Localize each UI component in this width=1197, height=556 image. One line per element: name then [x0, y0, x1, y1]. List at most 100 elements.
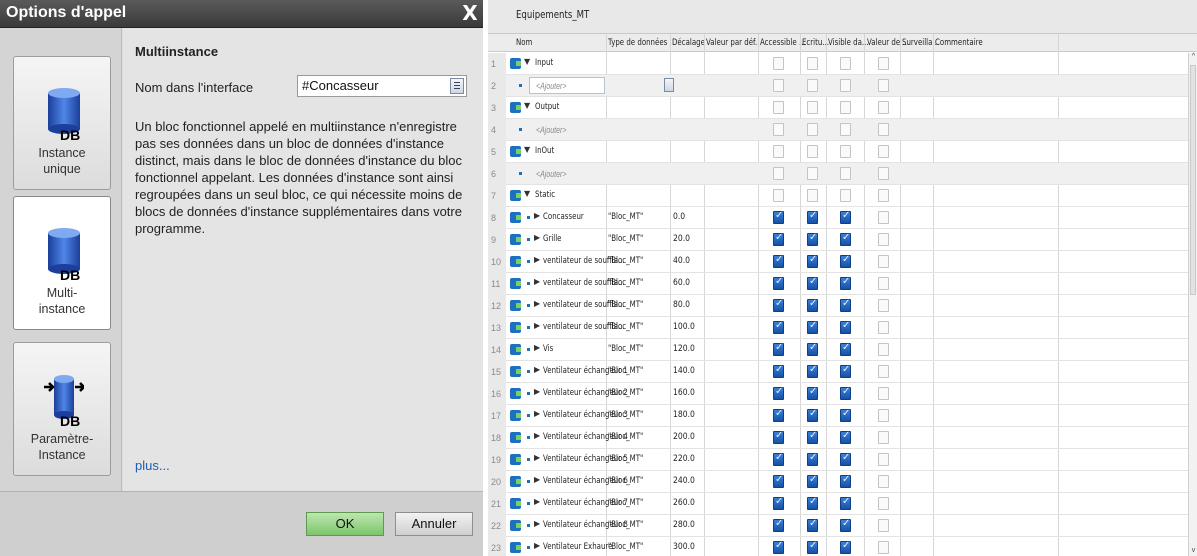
single-instance-button[interactable]: DB Instance unique: [13, 56, 111, 190]
visible-checkbox[interactable]: [840, 101, 851, 114]
writable-checkbox[interactable]: [807, 364, 818, 378]
setpoint-checkbox[interactable]: [878, 167, 889, 180]
variable-name[interactable]: Ventilateur Exhaure: [543, 542, 612, 552]
setpoint-checkbox[interactable]: [878, 189, 889, 202]
col-header-writable[interactable]: Ecritu...: [802, 38, 829, 48]
scrollbar-thumb[interactable]: [1190, 65, 1196, 295]
writable-checkbox[interactable]: [807, 167, 818, 180]
multi-instance-button[interactable]: DB Multi- instance: [13, 196, 111, 330]
writable-checkbox[interactable]: [807, 145, 818, 158]
setpoint-checkbox[interactable]: [878, 321, 889, 334]
setpoint-checkbox[interactable]: [878, 541, 889, 554]
setpoint-checkbox[interactable]: [878, 365, 889, 378]
visible-checkbox[interactable]: [840, 167, 851, 180]
setpoint-checkbox[interactable]: [878, 453, 889, 466]
scroll-down-icon[interactable]: v: [1189, 547, 1197, 554]
accessible-checkbox[interactable]: [773, 430, 784, 444]
accessible-checkbox[interactable]: [773, 364, 784, 378]
setpoint-checkbox[interactable]: [878, 299, 889, 312]
data-type-cell[interactable]: "Bloc_MT": [608, 476, 643, 486]
visible-checkbox[interactable]: [840, 145, 851, 158]
visible-checkbox[interactable]: [840, 452, 851, 466]
table-row[interactable]: 21 ▶ Ventilateur échangeur 7 "Bloc_MT" 260.0: [488, 493, 1188, 515]
data-type-cell[interactable]: "Bloc_MT": [608, 256, 643, 266]
visible-checkbox[interactable]: [840, 123, 851, 136]
close-icon[interactable]: X: [459, 2, 481, 24]
collapse-icon[interactable]: ▼: [524, 101, 530, 110]
accessible-checkbox[interactable]: [773, 518, 784, 532]
visible-checkbox[interactable]: [840, 540, 851, 554]
data-type-cell[interactable]: "Bloc_MT": [608, 278, 643, 288]
data-type-cell[interactable]: "Bloc_MT": [608, 520, 643, 530]
col-header-offset[interactable]: Décalage: [672, 38, 705, 48]
data-type-cell[interactable]: "Bloc_MT": [608, 234, 643, 244]
table-row[interactable]: 2 <Ajouter>: [488, 75, 1188, 97]
table-row[interactable]: 11 ▶ ventilateur de souffla... "Bloc_MT" 60.…: [488, 273, 1188, 295]
visible-checkbox[interactable]: [840, 254, 851, 268]
list-picker-icon[interactable]: [450, 78, 464, 94]
expand-icon[interactable]: ▶: [534, 453, 540, 462]
expand-icon[interactable]: ▶: [534, 211, 540, 220]
expand-icon[interactable]: ▶: [534, 255, 540, 264]
table-row[interactable]: 10 ▶ ventilateur de souffla... "Bloc_MT" 40.…: [488, 251, 1188, 273]
add-placeholder[interactable]: <Ajouter>: [536, 169, 566, 179]
table-row[interactable]: 3 ▼ Output: [488, 97, 1188, 119]
setpoint-checkbox[interactable]: [878, 277, 889, 290]
variable-name[interactable]: Grille: [543, 234, 562, 244]
data-type-cell[interactable]: "Bloc_MT": [608, 300, 643, 310]
visible-checkbox[interactable]: [840, 386, 851, 400]
visible-checkbox[interactable]: [840, 320, 851, 334]
writable-checkbox[interactable]: [807, 408, 818, 422]
setpoint-checkbox[interactable]: [878, 519, 889, 532]
visible-checkbox[interactable]: [840, 518, 851, 532]
table-row[interactable]: 1 ▼ Input: [488, 53, 1188, 75]
visible-checkbox[interactable]: [840, 189, 851, 202]
expand-icon[interactable]: ▶: [534, 475, 540, 484]
table-row[interactable]: 4 <Ajouter>: [488, 119, 1188, 141]
accessible-checkbox[interactable]: [773, 189, 784, 202]
setpoint-checkbox[interactable]: [878, 497, 889, 510]
interface-name-input[interactable]: #Concasseur: [297, 75, 467, 97]
parameter-instance-button[interactable]: DB Paramètre- Instance: [13, 342, 111, 476]
expand-icon[interactable]: ▶: [534, 365, 540, 374]
accessible-checkbox[interactable]: [773, 298, 784, 312]
accessible-checkbox[interactable]: [773, 474, 784, 488]
setpoint-checkbox[interactable]: [878, 79, 889, 92]
ok-button[interactable]: OK: [306, 512, 384, 536]
setpoint-checkbox[interactable]: [878, 101, 889, 114]
collapse-icon[interactable]: ▼: [524, 57, 530, 66]
accessible-checkbox[interactable]: [773, 167, 784, 180]
setpoint-checkbox[interactable]: [878, 145, 889, 158]
expand-icon[interactable]: ▶: [534, 541, 540, 550]
expand-icon[interactable]: ▶: [534, 321, 540, 330]
writable-checkbox[interactable]: [807, 254, 818, 268]
data-type-cell[interactable]: "Bloc_MT": [608, 212, 643, 222]
writable-checkbox[interactable]: [807, 430, 818, 444]
col-header-visible[interactable]: Visible da...: [828, 38, 869, 48]
table-row[interactable]: 16 ▶ Ventilateur échangeur 2 "Bloc_MT" 160.0: [488, 383, 1188, 405]
accessible-checkbox[interactable]: [773, 232, 784, 246]
visible-checkbox[interactable]: [840, 232, 851, 246]
visible-checkbox[interactable]: [840, 79, 851, 92]
table-row[interactable]: 22 ▶ Ventilateur échangeur 8 "Bloc_MT" 280.0: [488, 515, 1188, 537]
table-row[interactable]: 5 ▼ InOut: [488, 141, 1188, 163]
visible-checkbox[interactable]: [840, 298, 851, 312]
data-type-cell[interactable]: "Bloc_MT": [608, 344, 643, 354]
writable-checkbox[interactable]: [807, 320, 818, 334]
col-header-name[interactable]: Nom: [516, 38, 532, 48]
table-row[interactable]: 13 ▶ ventilateur de souffla... "Bloc_MT" 100…: [488, 317, 1188, 339]
setpoint-checkbox[interactable]: [878, 255, 889, 268]
setpoint-checkbox[interactable]: [878, 475, 889, 488]
expand-icon[interactable]: ▶: [534, 497, 540, 506]
col-header-comment[interactable]: Commentaire: [935, 38, 983, 48]
visible-checkbox[interactable]: [840, 364, 851, 378]
visible-checkbox[interactable]: [840, 496, 851, 510]
expand-icon[interactable]: ▶: [534, 233, 540, 242]
visible-checkbox[interactable]: [840, 276, 851, 290]
setpoint-checkbox[interactable]: [878, 123, 889, 136]
data-type-cell[interactable]: "Bloc_MT": [608, 388, 643, 398]
table-row[interactable]: 6 <Ajouter>: [488, 163, 1188, 185]
setpoint-checkbox[interactable]: [878, 233, 889, 246]
accessible-checkbox[interactable]: [773, 452, 784, 466]
expand-icon[interactable]: ▶: [534, 519, 540, 528]
